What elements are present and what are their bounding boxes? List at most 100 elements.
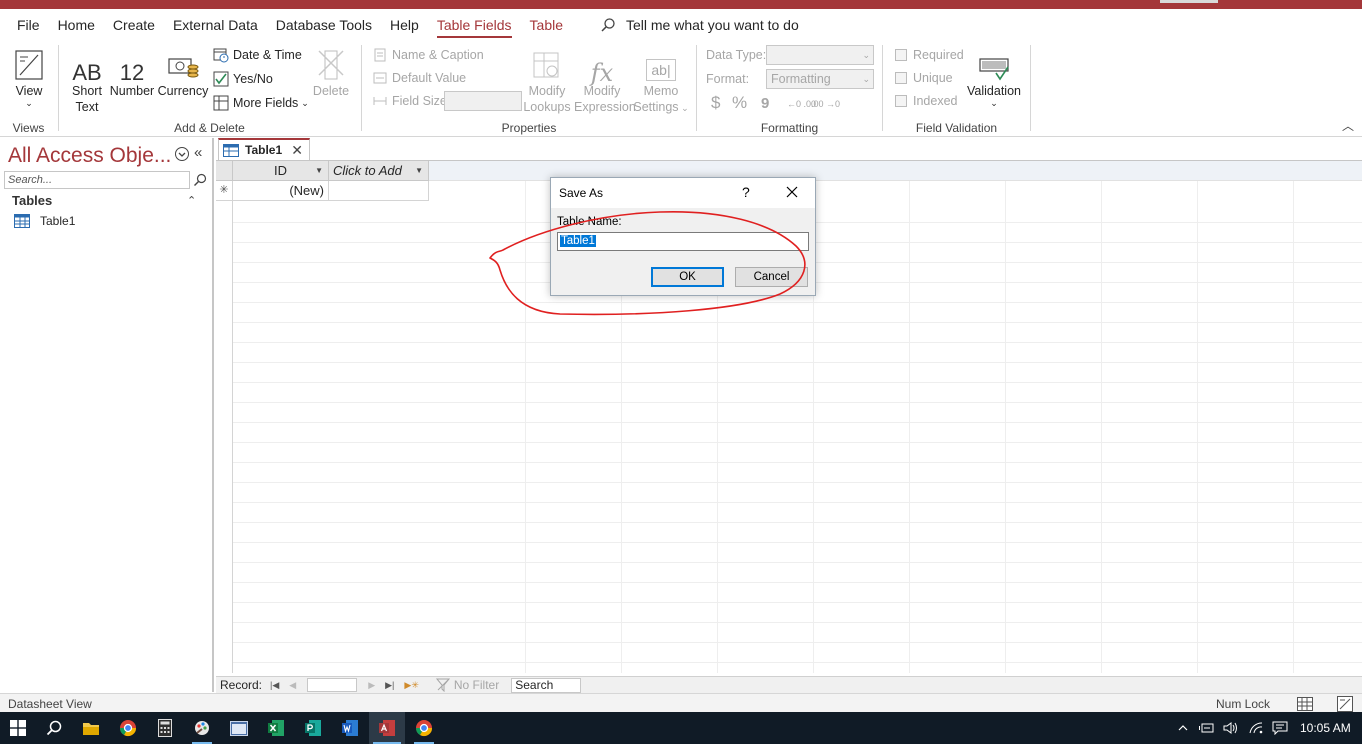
memo-settings-button[interactable]: ab| Memo Settings ⌄ bbox=[632, 45, 690, 116]
group-views: View ⌄ Views bbox=[0, 41, 57, 137]
comma-format-button[interactable]: 9 bbox=[761, 93, 769, 113]
close-icon[interactable] bbox=[784, 184, 800, 200]
next-record-icon[interactable]: ▶ bbox=[368, 680, 375, 691]
dialog-help-button[interactable]: ? bbox=[742, 184, 750, 200]
yes-no-button[interactable]: Yes/No bbox=[213, 69, 273, 89]
group-label-formatting: Formatting bbox=[760, 121, 819, 135]
tray-wifi-icon[interactable] bbox=[1245, 712, 1267, 744]
memo-settings-label-2-text: Settings bbox=[633, 100, 679, 114]
tab-table-fields[interactable]: Table Fields bbox=[428, 9, 521, 41]
tab-database-tools[interactable]: Database Tools bbox=[267, 9, 381, 41]
shutter-bar-close-icon[interactable]: « bbox=[194, 144, 202, 161]
no-filter-label: No Filter bbox=[453, 678, 500, 692]
tray-notification-icon[interactable] bbox=[1269, 712, 1291, 744]
tab-table[interactable]: Table bbox=[521, 9, 572, 41]
data-type-dropdown[interactable]: ⌄ bbox=[766, 45, 874, 65]
folder-icon bbox=[83, 722, 99, 735]
tab-create[interactable]: Create bbox=[104, 9, 164, 41]
cancel-button[interactable]: Cancel bbox=[735, 267, 808, 287]
table-name-input[interactable]: Table1 bbox=[557, 232, 809, 251]
nav-section-tables[interactable]: Tables bbox=[12, 193, 52, 208]
more-fields-button[interactable]: More Fields ⌄ bbox=[213, 93, 309, 113]
nav-item-table1[interactable]: Table1 bbox=[14, 214, 75, 228]
taskbar-chrome[interactable] bbox=[110, 712, 146, 744]
short-text-button[interactable]: AB Short Text bbox=[67, 45, 107, 115]
datasheet-view-icon[interactable] bbox=[1292, 695, 1318, 712]
column-header-id[interactable]: ID ▼ bbox=[233, 161, 329, 181]
close-icon[interactable]: ✕ bbox=[291, 142, 303, 159]
current-record-input[interactable] bbox=[307, 678, 358, 692]
view-button[interactable]: View ⌄ bbox=[8, 45, 50, 108]
validation-icon bbox=[965, 45, 1023, 81]
view-icon bbox=[8, 45, 50, 81]
search-icon[interactable] bbox=[191, 171, 209, 189]
tray-volume-icon[interactable] bbox=[1220, 712, 1242, 744]
tab-help[interactable]: Help bbox=[381, 9, 428, 41]
validation-button[interactable]: Validation ⌄ bbox=[965, 45, 1023, 108]
taskbar-app-paint[interactable] bbox=[184, 712, 220, 744]
delete-column-icon bbox=[311, 45, 351, 81]
grid-line bbox=[233, 422, 1362, 423]
nav-title[interactable]: All Access Obje... bbox=[8, 144, 171, 168]
dialog-title-bar[interactable]: Save As ? bbox=[551, 178, 815, 208]
field-size-input[interactable] bbox=[444, 91, 522, 111]
delete-button[interactable]: Delete bbox=[311, 45, 351, 99]
default-value-button[interactable]: Default Value bbox=[372, 68, 466, 88]
tray-power-icon[interactable] bbox=[1196, 712, 1218, 744]
tab-file[interactable]: File bbox=[8, 9, 49, 41]
chevron-up-double-icon[interactable]: ⌃ bbox=[187, 194, 196, 207]
unique-checkbox[interactable]: Unique bbox=[895, 68, 953, 88]
design-view-icon[interactable] bbox=[1332, 695, 1358, 712]
taskbar-access[interactable] bbox=[369, 712, 405, 744]
chevron-down-icon[interactable]: ▼ bbox=[315, 161, 323, 180]
date-time-label: Date & Time bbox=[233, 48, 302, 62]
nav-menu-icon[interactable] bbox=[174, 146, 190, 162]
new-record-cell[interactable] bbox=[329, 181, 429, 201]
indexed-checkbox[interactable]: Indexed bbox=[895, 91, 957, 111]
chevron-down-icon[interactable]: ▼ bbox=[415, 161, 423, 180]
taskbar-app-window[interactable] bbox=[221, 712, 257, 744]
currency-format-button[interactable]: $ bbox=[711, 93, 720, 113]
number-button[interactable]: 12 Number bbox=[109, 45, 155, 99]
tell-me-box[interactable]: Tell me what you want to do bbox=[600, 17, 799, 33]
required-checkbox[interactable]: Required bbox=[895, 45, 964, 65]
record-search-input[interactable]: Search bbox=[511, 677, 582, 693]
calendar-clock-icon bbox=[213, 47, 229, 63]
taskbar-chrome-2[interactable] bbox=[406, 712, 442, 744]
taskbar-clock[interactable]: 10:05 AM bbox=[1300, 721, 1351, 735]
collapse-ribbon-icon[interactable]: ︿ bbox=[1342, 117, 1354, 134]
percent-format-button[interactable]: % bbox=[732, 93, 747, 113]
format-dropdown[interactable]: Formatting ⌄ bbox=[766, 69, 874, 89]
ok-button[interactable]: OK bbox=[651, 267, 724, 287]
modify-expression-button[interactable]: fx Modify Expression bbox=[574, 45, 636, 115]
date-time-button[interactable]: Date & Time bbox=[213, 45, 302, 65]
modify-lookups-button[interactable]: Modify Lookups bbox=[522, 45, 572, 115]
no-filter-button[interactable]: No Filter bbox=[435, 678, 500, 692]
taskbar-excel[interactable] bbox=[258, 712, 294, 744]
tray-chevron-up-icon[interactable] bbox=[1174, 712, 1192, 744]
new-record-marker[interactable]: ✳ bbox=[216, 181, 233, 201]
previous-record-icon[interactable]: ◀ bbox=[289, 680, 296, 691]
tab-external-data[interactable]: External Data bbox=[164, 9, 267, 41]
last-record-icon[interactable]: ▶| bbox=[385, 680, 394, 691]
start-button[interactable] bbox=[0, 712, 36, 744]
new-record-icon[interactable]: ▶✳ bbox=[404, 680, 418, 691]
taskbar-search[interactable] bbox=[36, 712, 72, 744]
doc-tab-table1[interactable]: Table1 ✕ bbox=[218, 138, 310, 160]
format-dropdown-value: Formatting bbox=[771, 72, 831, 86]
first-record-icon[interactable]: |◀ bbox=[270, 680, 279, 691]
new-record-id-cell[interactable]: (New) bbox=[233, 181, 329, 201]
nav-search-input[interactable]: Search... bbox=[4, 171, 190, 189]
paint-icon bbox=[195, 721, 209, 735]
taskbar-publisher[interactable] bbox=[295, 712, 331, 744]
tab-home[interactable]: Home bbox=[49, 9, 104, 41]
taskbar-file-explorer[interactable] bbox=[73, 712, 109, 744]
column-header-click-to-add[interactable]: Click to Add ▼ bbox=[329, 161, 429, 181]
taskbar-calculator[interactable] bbox=[147, 712, 183, 744]
taskbar-word[interactable] bbox=[332, 712, 368, 744]
decrease-decimals-button[interactable]: .00 →0 bbox=[811, 94, 840, 114]
view-label: View bbox=[15, 84, 43, 98]
select-all-cell[interactable] bbox=[216, 161, 233, 181]
name-caption-button[interactable]: Name & Caption bbox=[372, 45, 484, 65]
currency-button[interactable]: Currency bbox=[157, 45, 209, 99]
